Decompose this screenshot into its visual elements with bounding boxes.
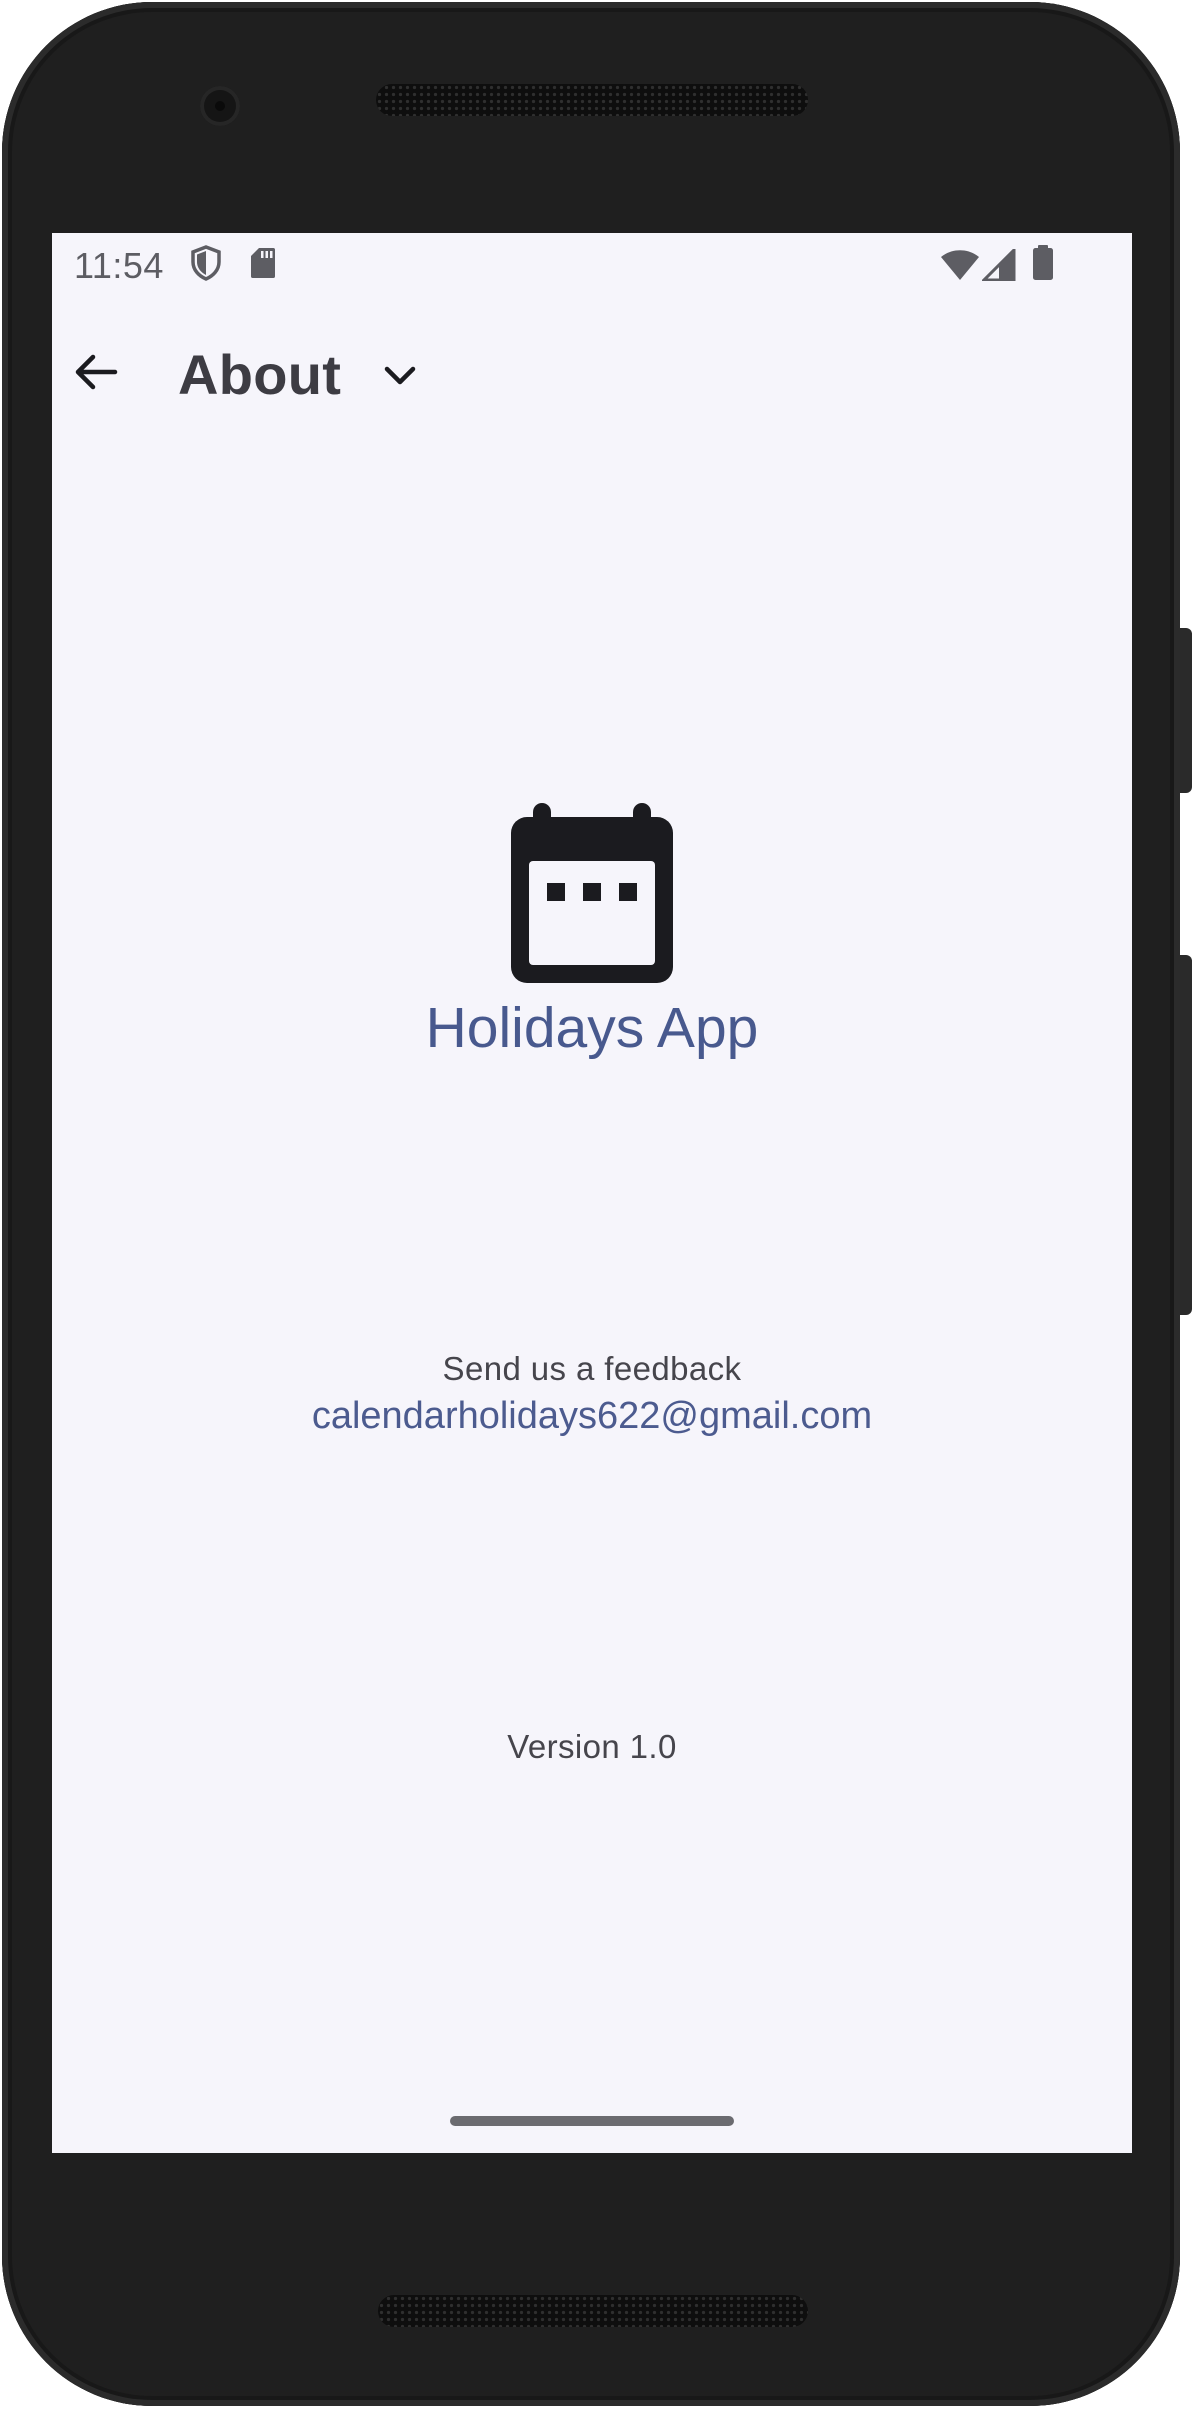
volume-button <box>1180 955 1192 1315</box>
status-bar: 11:54 <box>52 233 1132 299</box>
app-name: Holidays App <box>425 996 759 1060</box>
cell-signal-icon <box>980 246 1016 286</box>
calendar-icon <box>511 803 673 983</box>
status-time: 11:54 <box>74 245 164 286</box>
power-button <box>1180 628 1192 793</box>
page-title: About <box>178 342 342 406</box>
title-dropdown[interactable]: About <box>178 337 417 411</box>
home-indicator[interactable] <box>450 2116 734 2126</box>
feedback-label: Send us a feedback <box>442 1350 742 1387</box>
top-app-bar: About <box>52 329 1132 419</box>
bottom-speaker-grille <box>378 2295 808 2327</box>
shield-icon <box>190 245 222 286</box>
sd-card-icon <box>250 247 276 284</box>
battery-icon <box>1032 245 1054 286</box>
version-label: Version 1.0 <box>507 1728 677 1765</box>
top-speaker-grille <box>376 84 808 116</box>
back-button[interactable] <box>62 341 128 407</box>
front-camera <box>200 86 240 126</box>
chevron-down-icon <box>383 364 417 388</box>
feedback-email-link[interactable]: calendarholidays622@gmail.com <box>52 1395 1132 1438</box>
wifi-icon <box>940 249 980 286</box>
phone-frame: 11:54 About Holidays App Send us a feedb… <box>0 0 1194 2409</box>
arrow-back-icon <box>71 348 119 401</box>
screen: 11:54 About Holidays App Send us a feedb… <box>52 233 1132 2153</box>
